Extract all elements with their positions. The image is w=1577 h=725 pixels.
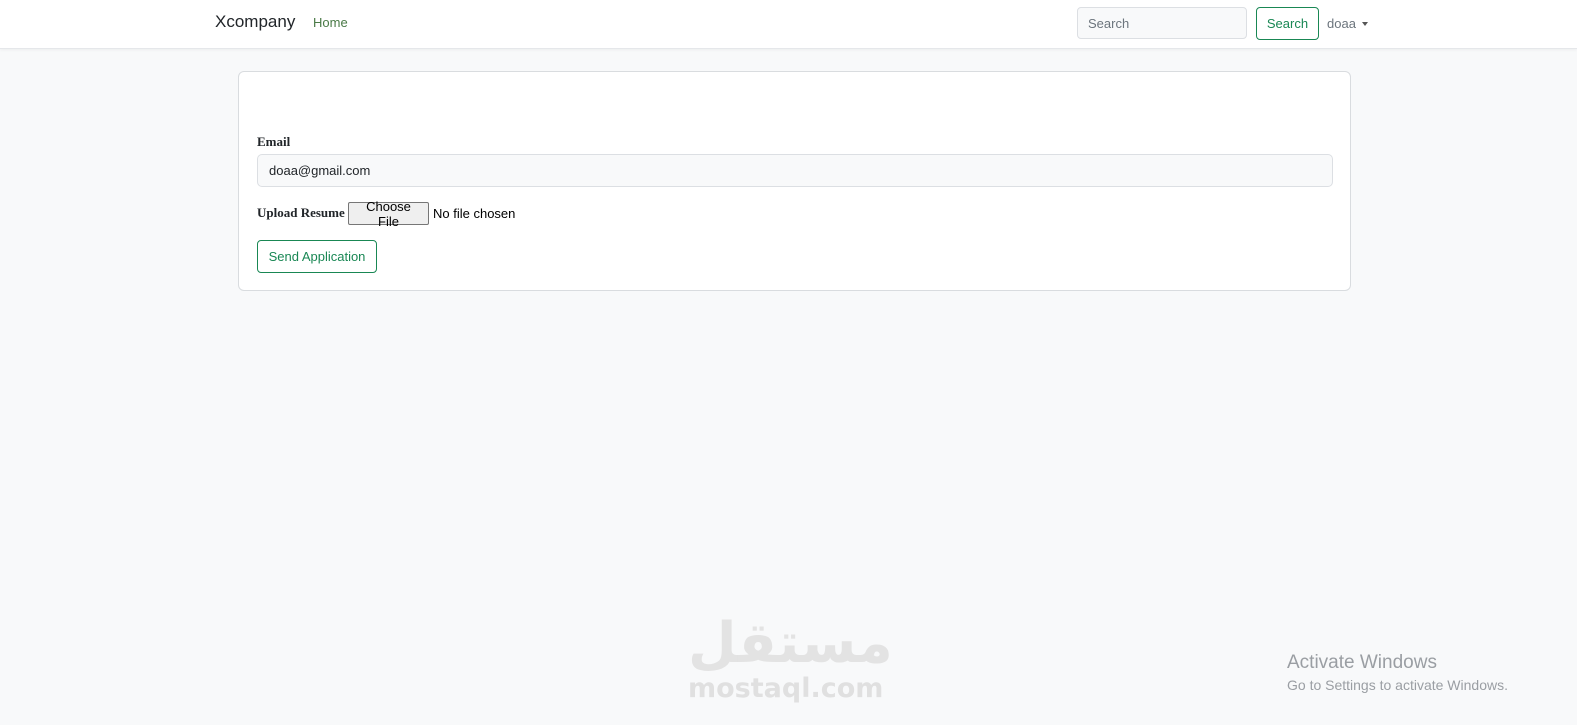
choose-file-button[interactable]: Choose File [348, 199, 429, 229]
user-dropdown[interactable]: doaa [1327, 16, 1368, 31]
caret-down-icon [1361, 21, 1368, 26]
email-label: Email [257, 134, 291, 149]
upload-resume-label: Upload Resume [257, 205, 345, 220]
send-application-button[interactable]: Send Application [257, 240, 377, 273]
activate-windows-title: Activate Windows [1287, 652, 1437, 673]
activate-windows-subtitle: Go to Settings to activate Windows. [1287, 677, 1508, 693]
nav-link-home[interactable]: Home [313, 15, 348, 30]
search-input[interactable] [1077, 7, 1247, 39]
watermark-logo: مستقل [688, 611, 893, 676]
watermark-domain: mostaql.com [688, 673, 884, 704]
application-card: Email Upload Resume Choose File No file … [238, 71, 1351, 291]
brand-logo-link[interactable]: Xcompany [215, 12, 295, 32]
email-field[interactable] [257, 154, 1333, 187]
file-status-text: No file chosen [433, 206, 516, 221]
top-navbar: Xcompany Home Search doaa [0, 0, 1577, 49]
search-button[interactable]: Search [1256, 7, 1319, 40]
user-name: doaa [1327, 16, 1356, 31]
